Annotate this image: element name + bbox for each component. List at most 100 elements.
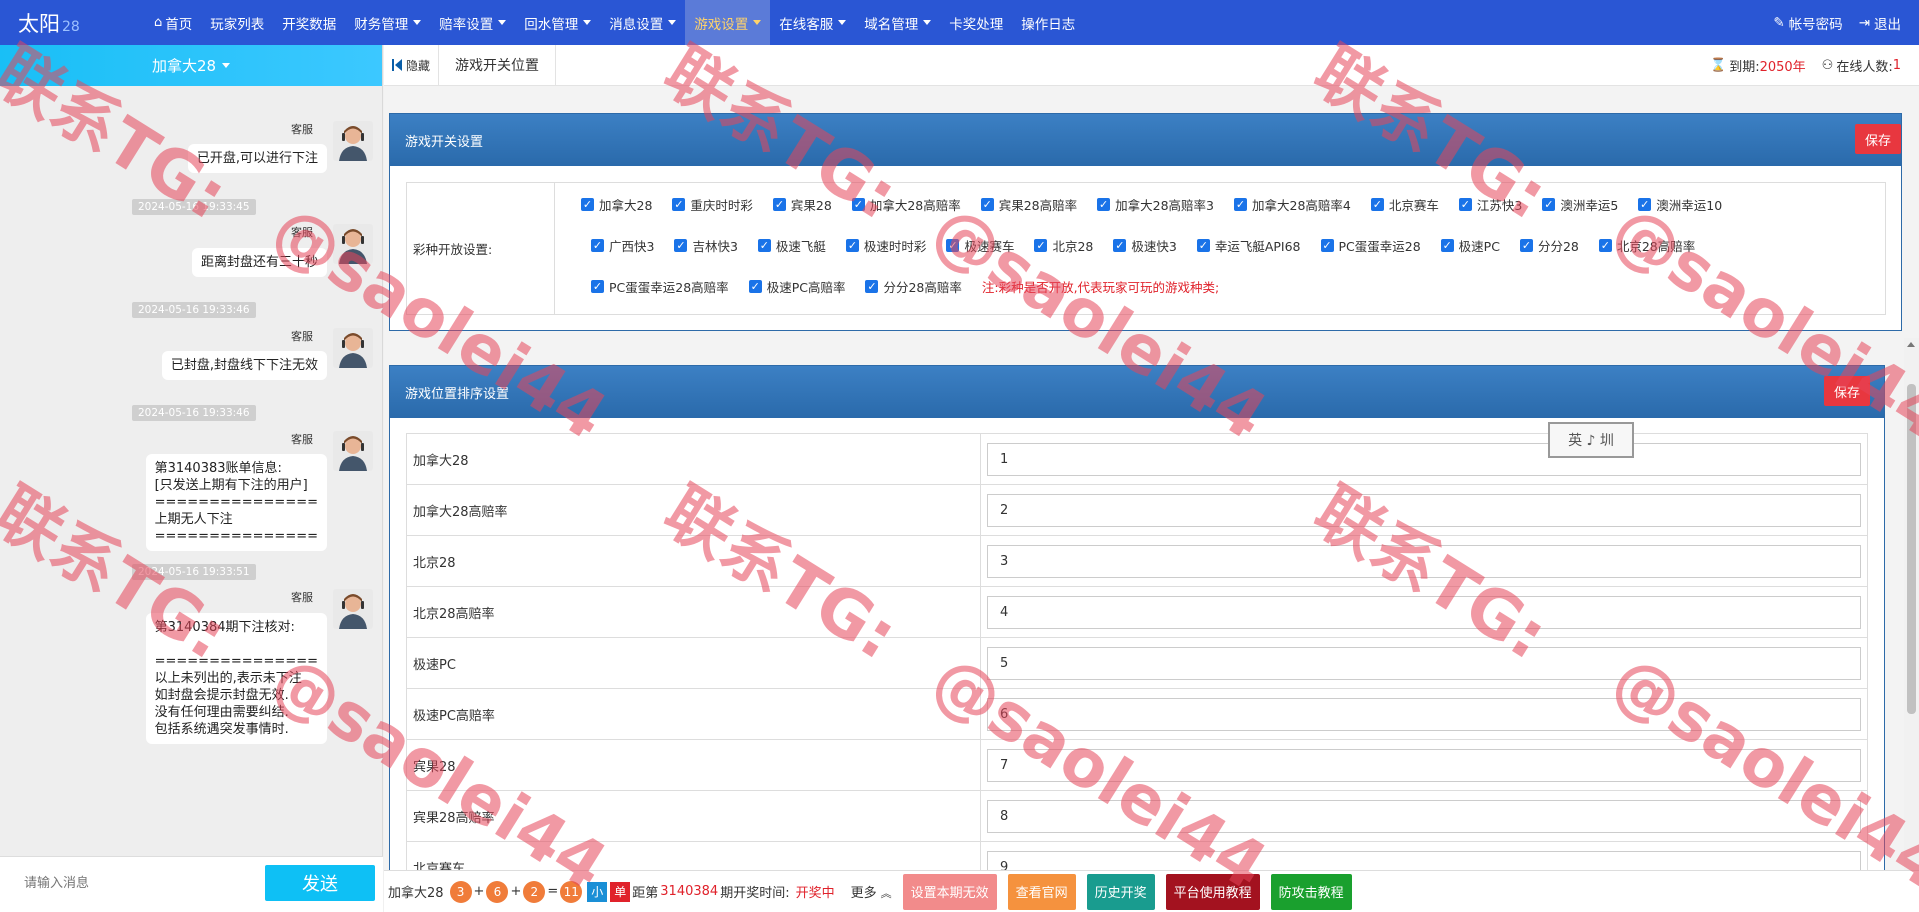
main-content: 隐藏 游戏开关位置 ⌛ 到期: 2050年 ⚇ 在线人数: 1 游戏开关设置 保… xyxy=(384,44,1919,912)
main-scrollbar[interactable] xyxy=(1904,338,1919,912)
save-switch-button[interactable]: 保存 xyxy=(1855,124,1901,154)
draw-ball: 2 xyxy=(523,880,546,903)
game-checkbox[interactable]: ✓ 分分28高赔率 xyxy=(865,277,962,296)
brand-logo[interactable]: 太阳 28 xyxy=(0,8,145,38)
bottom-button-2[interactable]: 历史开奖 xyxy=(1086,873,1155,910)
nav-item-1[interactable]: 玩家列表 xyxy=(201,0,273,45)
game-name: 加拿大28 xyxy=(407,434,981,484)
panel-header: 游戏开关设置 保存 xyxy=(390,114,1901,166)
chat-message-input[interactable] xyxy=(24,875,224,890)
game-checkbox[interactable]: ✓ 极速时时彩 xyxy=(845,236,926,255)
check-icon: ✓ xyxy=(757,239,771,252)
check-icon: ✓ xyxy=(1234,198,1247,211)
game-checkbox[interactable]: ✓ 极速PC xyxy=(1440,236,1500,255)
game-checkbox[interactable]: ✓ 吉林快3 xyxy=(674,236,738,255)
draw-ball: 3 xyxy=(449,880,472,903)
game-checkbox[interactable]: ✓ 宾果28 xyxy=(772,195,832,214)
check-icon: ✓ xyxy=(591,239,604,252)
nav-item-6[interactable]: 消息设置 xyxy=(600,0,685,45)
game-checkbox[interactable]: ✓ 加拿大28高赔率4 xyxy=(1234,195,1351,214)
game-checkbox[interactable]: ✓ 江苏快3 xyxy=(1458,195,1522,214)
hourglass-icon: ⌛ xyxy=(1710,58,1727,73)
game-checkbox[interactable]: ✓ 幸运飞艇API68 xyxy=(1196,236,1301,255)
nav-item-8[interactable]: 在线客服 xyxy=(770,0,855,45)
order-input[interactable]: 6 xyxy=(987,697,1861,731)
order-input[interactable]: 2 xyxy=(987,493,1861,527)
order-input[interactable]: 7 xyxy=(987,748,1861,782)
order-table: 加拿大28 1 加拿大28高赔率 2 北京28 3 北京28高赔率 4 极速PC 5 极速PC高赔率… xyxy=(406,433,1868,894)
check-icon: ✓ xyxy=(772,198,786,211)
game-checkbox[interactable]: ✓ 北京28 xyxy=(1034,236,1093,255)
nav-item-2[interactable]: 开奖数据 xyxy=(273,0,345,45)
bottom-button-1[interactable]: 查看官网 xyxy=(1007,873,1076,910)
game-name: 宾果28 xyxy=(407,740,981,790)
scroll-thumb[interactable] xyxy=(1907,384,1916,714)
order-input[interactable]: 5 xyxy=(987,646,1861,680)
chat-messages[interactable]: 客服 已开盘,可以进行下注 客服 距离封盘还有三十秒 客服 已封盘,封盘线下下注无效 客服第… xyxy=(0,86,383,856)
game-checkbox[interactable]: ✓ 北京赛车 xyxy=(1370,195,1439,214)
account-password-link[interactable]: ✎ 帐号密码 xyxy=(1765,0,1850,45)
switch-row-label: 彩种开放设置: xyxy=(407,183,555,314)
order-input[interactable]: 1 xyxy=(987,442,1861,476)
send-button[interactable]: 发送 xyxy=(265,865,375,901)
check-icon: ✓ xyxy=(1598,239,1612,252)
nav-item-4[interactable]: 赔率设置 xyxy=(430,0,515,45)
check-icon: ✓ xyxy=(865,280,879,293)
table-row: 宾果28高赔率 8 xyxy=(407,791,1867,842)
check-icon: ✓ xyxy=(581,198,594,211)
message-sender: 客服 xyxy=(291,591,313,604)
nav-item-11[interactable]: 操作日志 xyxy=(1012,0,1084,45)
bottom-button-4[interactable]: 防攻击教程 xyxy=(1270,873,1352,910)
game-checkbox[interactable]: ✓ 极速飞艇 xyxy=(757,236,826,255)
tab-game-switch-position[interactable]: 游戏开关位置 xyxy=(439,44,557,86)
nav-item-10[interactable]: 卡奖处理 xyxy=(940,0,1012,45)
chat-room-selector[interactable]: 加拿大28 xyxy=(0,45,382,86)
game-checkbox[interactable]: ✓ 广西快3 xyxy=(591,236,654,255)
main-menu: ⌂ 首页 玩家列表 开奖数据 财务管理 赔率设置 回水管理 消息设置 游戏设置 在线客服 域名管理卡… xyxy=(145,0,1084,45)
game-checkbox[interactable]: ✓ 极速PC高赔率 xyxy=(748,277,845,296)
game-checkbox[interactable]: ✓ 极速快3 xyxy=(1113,236,1177,255)
nav-item-7[interactable]: 游戏设置 xyxy=(685,0,771,45)
game-checkbox[interactable]: ✓ 加拿大28 xyxy=(581,195,652,214)
nav-item-0[interactable]: ⌂ 首页 xyxy=(145,0,201,45)
checkbox-row: ✓ 加拿大28 ✓ 重庆时时彩 ✓ 宾果28 ✓ 加拿大28高赔率 ✓ 宾果28高赔率 ✓ 加拿大28… xyxy=(581,195,1742,214)
bottom-button-0[interactable]: 设置本期无效 xyxy=(902,873,997,910)
game-checkbox[interactable]: ✓ 北京28高赔率 xyxy=(1598,236,1695,255)
order-input[interactable]: 4 xyxy=(987,595,1861,629)
checkbox-row: ✓ PC蛋蛋幸运28高赔率 ✓ 极速PC高赔率 ✓ 分分28高赔率 注:彩种是否开放,代表玩… xyxy=(591,277,1219,296)
game-order-panel: 游戏位置排序设置 保存 加拿大28 1 加拿大28高赔率 2 北京28 3 北京28高赔率 4… xyxy=(389,365,1885,912)
game-checkbox[interactable]: ✓ 澳洲幸运5 xyxy=(1542,195,1618,214)
logout-link[interactable]: ⇥ 退出 xyxy=(1851,0,1909,45)
chevron-down-icon xyxy=(838,20,847,25)
game-checkbox[interactable]: ✓ 加拿大28高赔率 xyxy=(851,195,961,214)
more-toggle[interactable]: 更多 ︽ xyxy=(851,882,892,901)
chevron-down-icon xyxy=(222,63,231,68)
game-checkbox[interactable]: ✓ 重庆时时彩 xyxy=(672,195,753,214)
nav-item-3[interactable]: 财务管理 xyxy=(345,0,430,45)
game-checkbox[interactable]: ✓ PC蛋蛋幸运28 xyxy=(1320,236,1421,255)
hide-sidebar-button[interactable]: 隐藏 xyxy=(384,44,440,86)
message-timestamp: 2024-05-16 19:33:45 xyxy=(132,199,256,215)
game-switch-panel: 游戏开关设置 保存 彩种开放设置: ✓ 加拿大28 ✓ 重庆时时彩 ✓ 宾果28 ✓ 加拿大2… xyxy=(389,113,1902,331)
check-icon: ✓ xyxy=(674,239,688,252)
nav-item-9[interactable]: 域名管理 xyxy=(855,0,940,45)
order-input[interactable]: 8 xyxy=(987,799,1861,833)
parity-badge: 单 xyxy=(610,881,631,902)
sub-toolbar: 隐藏 游戏开关位置 ⌛ 到期: 2050年 ⚇ 在线人数: 1 xyxy=(384,44,1919,86)
game-checkbox[interactable]: ✓ 分分28 xyxy=(1519,236,1579,255)
bottom-button-3[interactable]: 平台使用教程 xyxy=(1165,873,1260,910)
checkbox-row: ✓ 广西快3 ✓ 吉林快3 ✓ 极速飞艇 ✓ 极速时时彩 ✓ 极速赛车 ✓ 北京28 ✓ 极速快3 ✓ 幸运飞… xyxy=(591,236,1715,255)
game-checkbox[interactable]: ✓ PC蛋蛋幸运28高赔率 xyxy=(591,277,729,296)
game-checkbox[interactable]: ✓ 澳洲幸运10 xyxy=(1638,195,1722,214)
game-checkbox[interactable]: ✓ 加拿大28高赔率3 xyxy=(1097,195,1214,214)
save-order-button[interactable]: 保存 xyxy=(1824,376,1870,406)
table-row: 宾果28 7 xyxy=(407,740,1867,791)
game-checkbox[interactable]: ✓ 极速赛车 xyxy=(946,236,1014,255)
current-game: 加拿大28 xyxy=(388,886,444,901)
table-row: 极速PC 5 xyxy=(407,638,1867,689)
order-input[interactable]: 3 xyxy=(987,544,1861,578)
check-icon: ✓ xyxy=(1638,198,1652,211)
game-checkbox[interactable]: ✓ 宾果28高赔率 xyxy=(980,195,1077,214)
nav-item-5[interactable]: 回水管理 xyxy=(515,0,600,45)
size-badge: 小 xyxy=(587,881,608,902)
